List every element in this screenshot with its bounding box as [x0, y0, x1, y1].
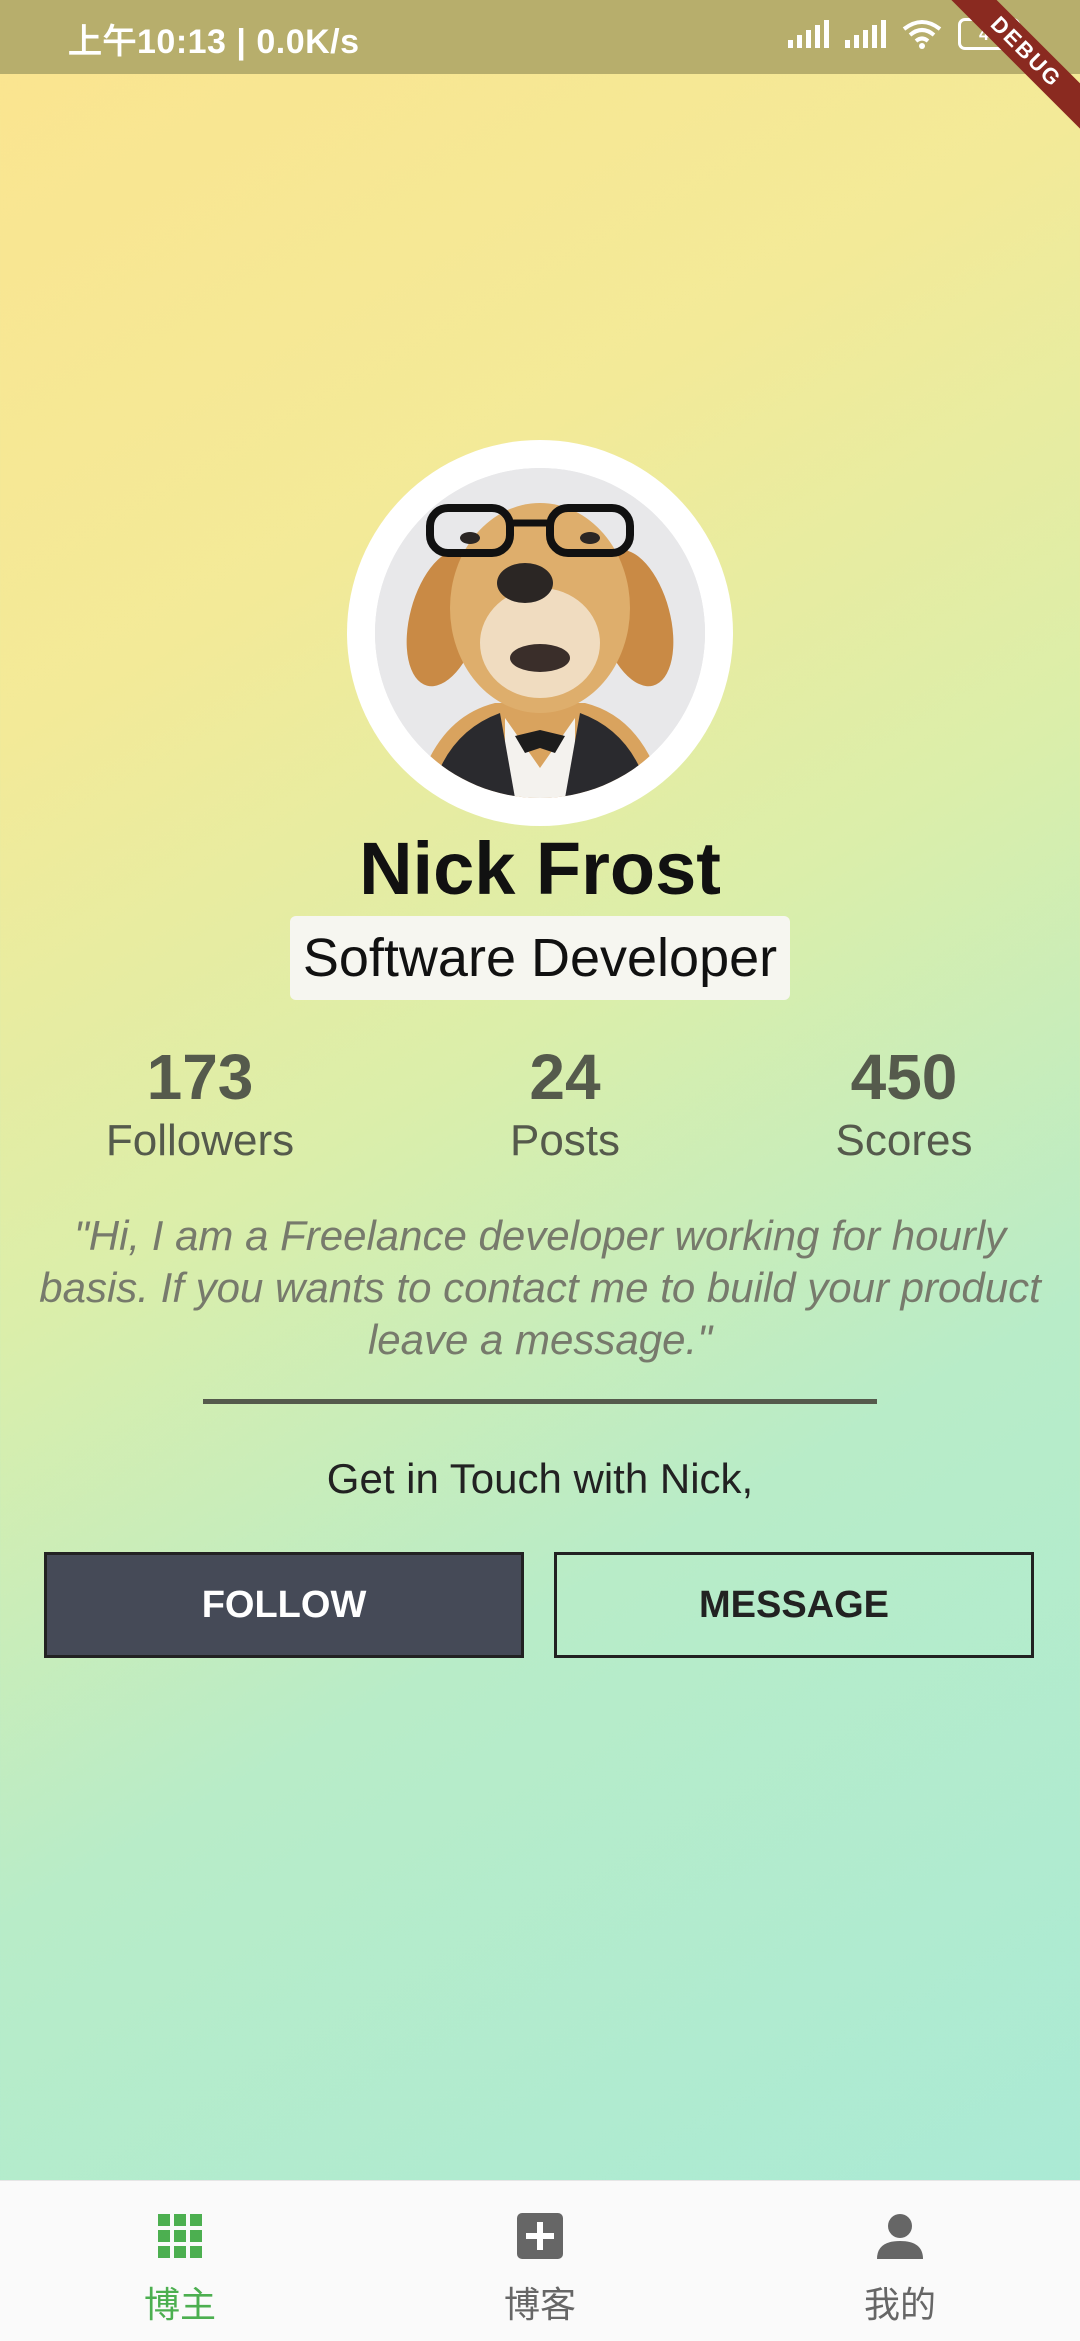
nav-label: 我的 [863, 2284, 936, 2325]
divider [203, 1399, 877, 1404]
nav-label: 博主 [143, 2284, 216, 2325]
wifi-icon [902, 19, 942, 49]
message-button[interactable]: MESSAGE [554, 1552, 1034, 1658]
person-icon [877, 2214, 923, 2259]
contact-heading: Get in Touch with Nick, [326, 1455, 754, 1502]
nav-item-me[interactable]: 我的 [720, 2181, 1080, 2341]
signal-icon [788, 20, 829, 48]
follow-button[interactable]: FOLLOW [44, 1552, 524, 1658]
status-bar: 上午10:13 | 0.0K/s 49 DEBUG [0, 0, 1080, 149]
stat-label: Posts [509, 1116, 621, 1165]
nav-item-blog[interactable]: 博客 [360, 2181, 720, 2341]
stat-value: 450 [850, 1041, 958, 1113]
nav-item-bloggers[interactable]: 博主 [0, 2181, 360, 2341]
stat-value: 173 [146, 1041, 254, 1113]
dog-avatar-image [375, 468, 705, 798]
stat-scores[interactable]: 450 Scores [754, 1040, 1054, 1166]
profile-title: Software Developer [290, 916, 790, 1000]
profile-bio: "Hi, I am a Freelance developer working … [39, 1212, 1041, 1363]
signal-icon-2 [845, 20, 886, 48]
add-box-icon [517, 2213, 563, 2259]
avatar[interactable] [375, 468, 705, 798]
profile-name: Nick Frost [359, 827, 721, 910]
bottom-navigation: 博主 博客 我的 [0, 2180, 1080, 2341]
stat-posts[interactable]: 24 Posts [415, 1040, 715, 1166]
stat-followers[interactable]: 173 Followers [50, 1040, 350, 1166]
stat-label: Scores [835, 1116, 973, 1165]
nav-label: 博客 [503, 2284, 576, 2325]
stat-value: 24 [529, 1041, 601, 1113]
grid-icon [158, 2214, 202, 2258]
stat-label: Followers [105, 1116, 295, 1165]
status-text: 上午10:13 | 0.0K/s [68, 23, 360, 61]
